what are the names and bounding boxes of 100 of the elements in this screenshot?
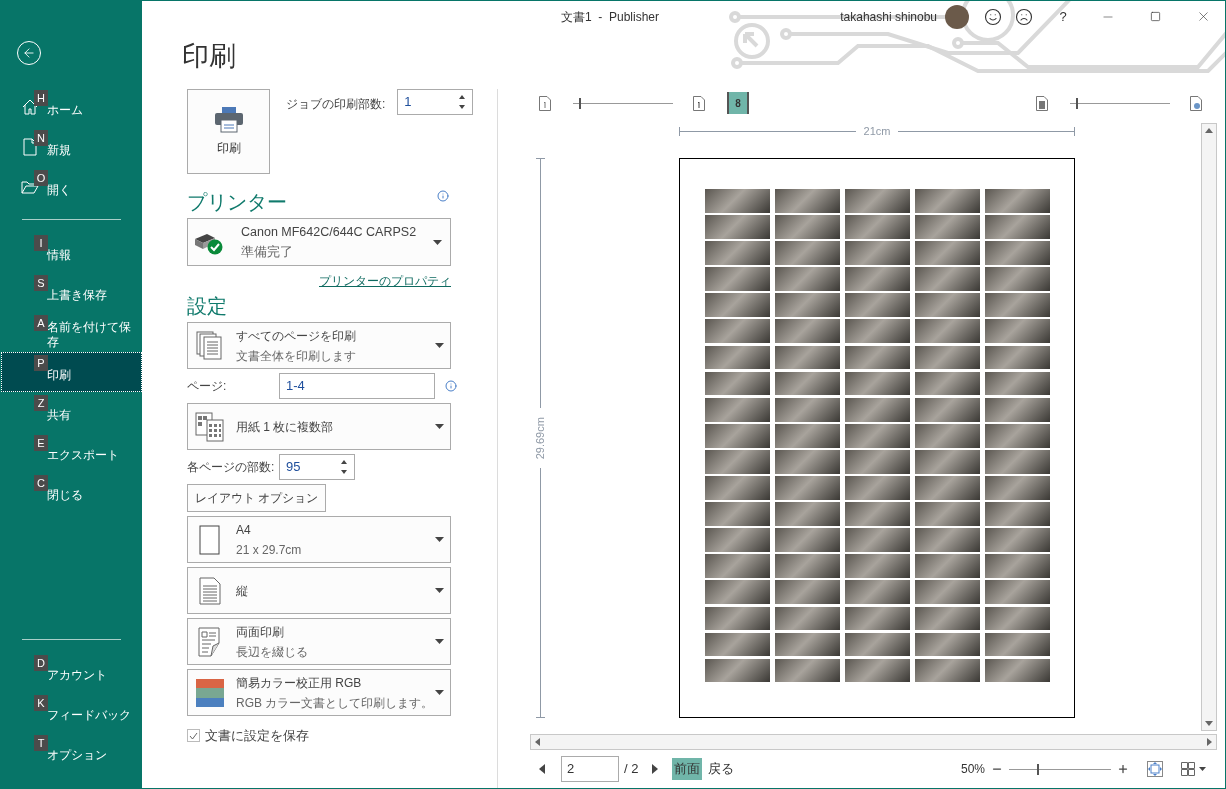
- key-tip: E: [34, 435, 48, 451]
- printer-dropdown[interactable]: Canon MF642C/644C CARPS2 準備完了: [187, 218, 451, 266]
- page-number-field[interactable]: 2: [561, 756, 619, 782]
- sidebar-item[interactable]: 上書き保存 S: [1, 272, 142, 312]
- info-icon[interactable]: [437, 190, 449, 202]
- settings-dropdown[interactable]: 両面印刷 長辺を綴じる: [187, 618, 451, 665]
- next-page-icon[interactable]: [652, 764, 659, 774]
- text-page-icon: [199, 576, 221, 605]
- maximize-icon[interactable]: [1150, 11, 1161, 23]
- printer-properties-link[interactable]: プリンターのプロパティ: [319, 272, 451, 290]
- photo-placeholder: [775, 241, 840, 265]
- number-spinner[interactable]: 1: [397, 89, 474, 115]
- scroll-up-icon[interactable]: [1205, 128, 1213, 133]
- settings-dropdown[interactable]: 用紙 1 枚に複数部: [187, 403, 451, 450]
- photo-placeholder: [775, 189, 840, 213]
- scroll-down-icon[interactable]: [1205, 721, 1213, 726]
- sidebar-item[interactable]: アカウント D: [1, 652, 142, 692]
- photo-placeholder: [915, 580, 980, 605]
- pages-field[interactable]: 1-4: [279, 373, 435, 399]
- photo-placeholder: [915, 554, 980, 579]
- settings-dropdown[interactable]: A4 21 x 29.7cm: [187, 516, 451, 563]
- page-icon[interactable]: [539, 95, 551, 111]
- help-button[interactable]: ?: [1053, 6, 1073, 27]
- info-icon[interactable]: [445, 380, 457, 392]
- settings-dropdown[interactable]: すべてのページを印刷 文書全体を印刷します: [187, 322, 451, 369]
- layout-options-button[interactable]: レイアウト オプション: [187, 484, 327, 512]
- sidebar-item[interactable]: 印刷 P: [1, 352, 142, 392]
- photo-placeholder: [775, 632, 840, 657]
- photo-placeholder: [775, 528, 840, 552]
- smile-icon[interactable]: [984, 7, 1002, 26]
- view-toggle[interactable]: 前面: [672, 758, 703, 780]
- photo-placeholder: [705, 606, 770, 631]
- photo-placeholder: [775, 371, 840, 396]
- sidebar-item[interactable]: フィードバック K: [1, 692, 142, 732]
- photo-placeholder: [705, 293, 770, 318]
- option-title: すべてのページを印刷: [236, 327, 357, 345]
- sidebar-item[interactable]: エクスポート E: [1, 432, 142, 472]
- number-spinner[interactable]: 95: [279, 454, 355, 480]
- photo-placeholder: [775, 423, 840, 448]
- duplex-page-icon: [198, 626, 222, 657]
- photo-placeholder: [775, 580, 840, 605]
- photo-placeholder: [845, 502, 910, 526]
- spinner-arrows-icon: [458, 94, 467, 110]
- sidebar-item[interactable]: ホーム H: [1, 87, 142, 127]
- caret-icon: [435, 639, 444, 644]
- settings-dropdown[interactable]: 簡易カラー校正用 RGB RGB カラー文書として印刷します。: [187, 669, 451, 716]
- photo-placeholder: [985, 606, 1050, 631]
- key-tip: T: [34, 735, 48, 751]
- key-tip: C: [34, 475, 48, 491]
- photo-placeholder: [915, 397, 980, 422]
- photo-placeholder: [915, 345, 980, 370]
- horizontal-scrollbar[interactable]: [530, 734, 1217, 750]
- key-tip: H: [34, 90, 48, 106]
- checkbox[interactable]: [187, 729, 200, 743]
- photo-placeholder: [705, 580, 770, 605]
- caret-icon: [435, 537, 444, 542]
- photo-placeholder: [705, 267, 770, 292]
- sidebar-item[interactable]: 開く O: [1, 167, 142, 207]
- photo-placeholder: [985, 241, 1050, 265]
- photo-placeholder: [705, 449, 770, 474]
- option-description: 文書全体を印刷します: [236, 347, 357, 365]
- sidebar-item[interactable]: オプション T: [1, 732, 142, 772]
- key-tip: K: [34, 695, 48, 711]
- spread-toggle[interactable]: 8: [727, 92, 749, 114]
- view-toggle[interactable]: 戻る: [706, 758, 737, 780]
- photo-placeholder: [845, 658, 910, 683]
- settings-dropdown[interactable]: 縦: [187, 567, 451, 614]
- page-icon[interactable]: [1190, 95, 1202, 111]
- frown-icon[interactable]: [1015, 7, 1033, 26]
- key-tip: N: [34, 130, 48, 146]
- grid-view-icon[interactable]: [1181, 762, 1207, 776]
- print-button[interactable]: 印刷: [187, 89, 270, 174]
- previous-page-icon[interactable]: [539, 764, 545, 774]
- vertical-scrollbar[interactable]: [1201, 123, 1217, 731]
- ruler-label: 21cm: [862, 124, 892, 140]
- page-icon[interactable]: [693, 95, 705, 111]
- sidebar-item[interactable]: 名前を付けて保存 A: [1, 312, 142, 352]
- scroll-left-icon[interactable]: [535, 738, 540, 746]
- photo-placeholder: [775, 345, 840, 370]
- sidebar-item[interactable]: 閉じる C: [1, 472, 142, 512]
- photo-placeholder: [705, 528, 770, 552]
- sidebar-item[interactable]: 新規 N: [1, 127, 142, 167]
- photo-placeholder: [985, 189, 1050, 213]
- page-icon[interactable]: [1036, 95, 1048, 111]
- photo-placeholder: [915, 215, 980, 239]
- photo-placeholder: [705, 345, 770, 370]
- key-tip: A: [34, 315, 48, 331]
- photo-placeholder: [845, 476, 910, 500]
- photo-placeholder: [775, 476, 840, 500]
- key-tip: S: [34, 275, 48, 291]
- photo-placeholder: [915, 267, 980, 292]
- slider-thumb[interactable]: [1036, 763, 1039, 775]
- fit-page-icon[interactable]: [1147, 761, 1163, 777]
- photo-placeholder: [705, 371, 770, 396]
- scroll-right-icon[interactable]: [1207, 738, 1212, 746]
- sidebar-item[interactable]: 情報 I: [1, 232, 142, 272]
- photo-placeholder: [985, 476, 1050, 500]
- zoom-in-icon[interactable]: [1117, 763, 1129, 775]
- option-title: A4: [236, 521, 252, 539]
- sidebar-item[interactable]: 共有 Z: [1, 392, 142, 432]
